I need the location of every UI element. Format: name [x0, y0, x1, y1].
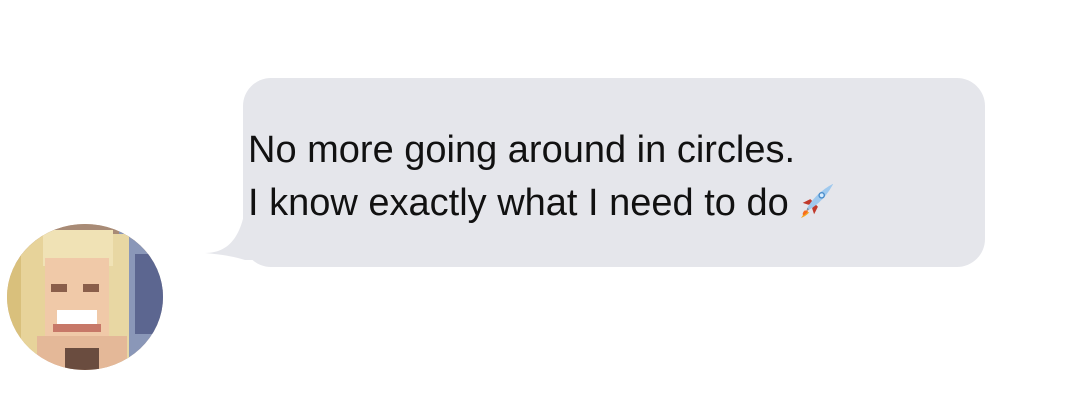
avatar: [7, 224, 163, 370]
message-line-2-text: I know exactly what I need to do: [248, 182, 789, 224]
message-line-2: I know exactly what I need to do: [248, 177, 835, 230]
avatar-photo: [7, 224, 163, 370]
rocket-icon: [800, 183, 833, 219]
chat-message-stage: No more going around in circles. I know …: [0, 0, 1070, 418]
message-line-1: No more going around in circles.: [248, 129, 796, 171]
message-text: No more going around in circles. I know …: [248, 124, 835, 230]
